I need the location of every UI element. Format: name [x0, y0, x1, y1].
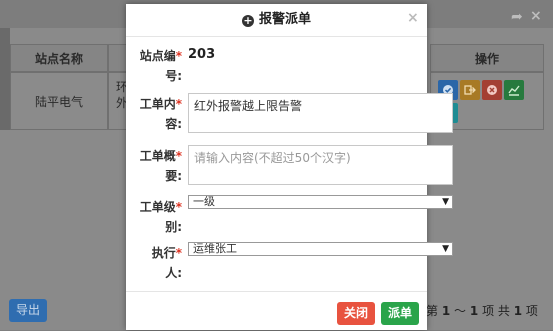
chevron-down-icon: ▼	[442, 197, 449, 207]
required-mark: *	[175, 97, 182, 111]
export-button[interactable]: 导出	[9, 299, 47, 322]
pager-sep: ～	[454, 304, 467, 318]
level-select[interactable]: 一级 ▼	[188, 195, 453, 209]
dialog-title-text: 报警派单	[258, 12, 311, 27]
level-label: 工单级* 别:	[130, 197, 182, 237]
content-label: 工单内* 容:	[130, 94, 182, 134]
required-mark: *	[175, 149, 182, 163]
executor-label-line1: 执行	[151, 246, 176, 260]
pager-total: 1	[513, 304, 523, 318]
required-mark: *	[175, 246, 182, 260]
pager-prefix: 第	[426, 304, 439, 318]
forward-icon	[464, 85, 476, 95]
column-header-operations: 操作	[430, 44, 544, 72]
executor-label: 执行* 人:	[130, 243, 182, 283]
summary-textarea[interactable]: 请输入内容(不超过50个汉字)	[188, 145, 453, 185]
station-no-label-line2: 号:	[165, 69, 182, 83]
content-label-line1: 工单内	[139, 97, 176, 111]
close-button[interactable]: 关闭	[337, 302, 375, 325]
share-icon[interactable]: ➦	[511, 9, 523, 25]
level-label-line2: 别:	[165, 220, 182, 234]
summary-label-line2: 要:	[165, 169, 182, 183]
executor-select-value: 运维张工	[193, 242, 237, 255]
level-label-line1: 工单级	[139, 200, 176, 214]
pager-suffix: 项	[525, 304, 538, 318]
executor-select[interactable]: 运维张工 ▼	[188, 242, 453, 256]
station-no-label-line1: 站点编	[139, 49, 176, 63]
background-left-strip	[0, 28, 10, 130]
plus-circle-icon: +	[241, 14, 254, 27]
trend-icon	[508, 85, 520, 96]
cancel-icon	[487, 85, 497, 95]
background-close-icon[interactable]: ×	[530, 8, 542, 24]
dialog-body: 站点编* 号: 203 工单内* 容: 红外报警越上限告警 工单概* 要: 请输…	[126, 37, 453, 291]
executor-label-line2: 人:	[165, 266, 182, 280]
forward-button[interactable]	[460, 80, 480, 100]
chevron-down-icon: ▼	[442, 244, 449, 254]
dialog-footer: 关闭 派单	[126, 291, 427, 331]
dispatch-button[interactable]: 派单	[381, 302, 419, 325]
alarm-dispatch-dialog: + 报警派单 × 站点编* 号: 203 工单内* 容: 红外报警越上限告警 工单…	[126, 4, 453, 331]
content-label-line2: 容:	[165, 117, 182, 131]
content-textarea[interactable]: 红外报警越上限告警	[188, 93, 453, 133]
column-header-station-name: 站点名称	[10, 44, 108, 72]
close-icon[interactable]: ×	[407, 10, 419, 26]
pagination-info: 第 1 ～ 1 项 共 1 项	[426, 302, 538, 319]
trend-button[interactable]	[504, 80, 524, 100]
pager-from: 1	[441, 304, 451, 318]
station-no-value: 203	[188, 47, 216, 62]
cancel-button[interactable]	[482, 80, 502, 100]
summary-label: 工单概* 要:	[130, 146, 182, 186]
station-no-label: 站点编* 号:	[130, 46, 182, 86]
dialog-header: + 报警派单 ×	[126, 4, 427, 37]
pager-to: 1	[469, 304, 479, 318]
summary-label-line1: 工单概	[139, 149, 176, 163]
required-mark: *	[175, 200, 182, 214]
pager-mid: 项 共	[482, 304, 510, 318]
cell-station-name: 陆平电气	[10, 72, 108, 130]
level-select-value: 一级	[193, 195, 215, 208]
required-mark: *	[175, 49, 182, 63]
dialog-title: + 报警派单	[126, 4, 427, 36]
